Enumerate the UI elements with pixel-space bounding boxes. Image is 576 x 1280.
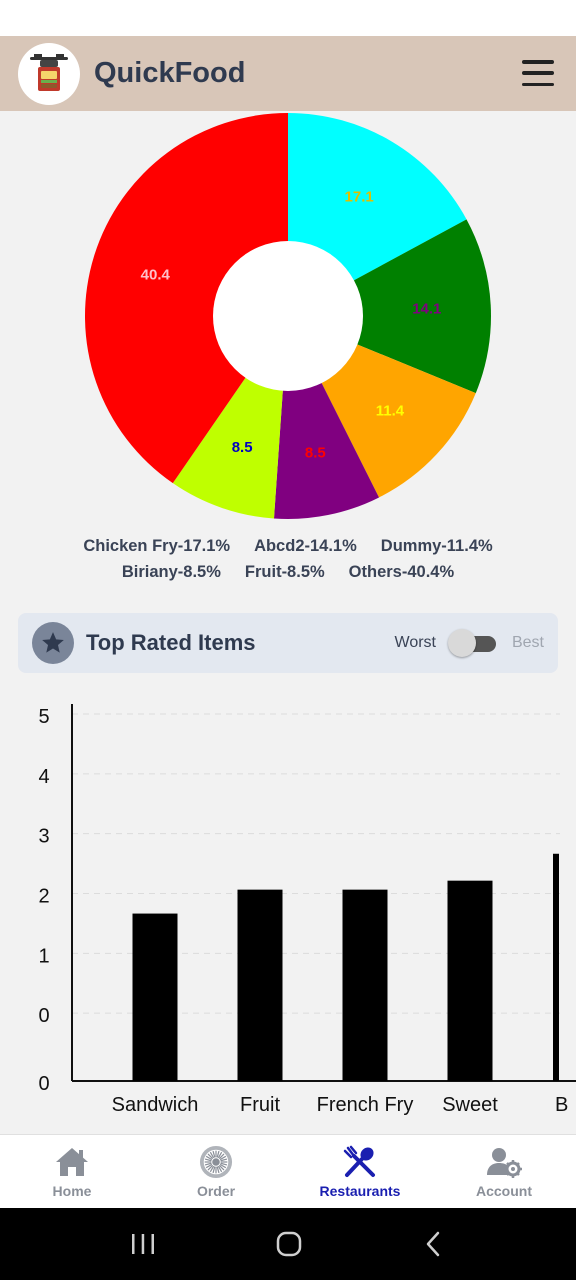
bar bbox=[132, 913, 178, 1081]
app-title: QuickFood bbox=[94, 57, 246, 89]
top-rated-bar-chart: 0 0 1 2 3 4 5 Sandwich Fruit French Fry Sweet B bbox=[0, 690, 576, 1130]
hamburger-menu-icon[interactable] bbox=[522, 60, 554, 86]
top-rated-title: Top Rated Items bbox=[86, 630, 256, 655]
pie-legend: Chicken Fry-17.1% Abcd2-14.1% Dummy-11.4… bbox=[0, 533, 576, 585]
system-navigation-bar bbox=[0, 1208, 576, 1280]
restaurants-icon bbox=[343, 1145, 375, 1177]
nav-label: Order bbox=[196, 1183, 236, 1199]
x-tick-label: Sweet bbox=[442, 1094, 498, 1116]
star-icon bbox=[32, 622, 74, 664]
bottom-navigation: Home Order Restaurants Account bbox=[0, 1134, 576, 1208]
bar bbox=[447, 880, 493, 1081]
back-icon[interactable] bbox=[422, 1230, 446, 1258]
y-tick-label: 4 bbox=[38, 766, 49, 788]
pie-slice-label: 17.1 bbox=[345, 189, 374, 206]
worst-label: Worst bbox=[394, 634, 436, 651]
bar bbox=[342, 889, 388, 1081]
app-header: QuickFood bbox=[0, 36, 576, 111]
y-tick-label: 0 bbox=[38, 1073, 49, 1095]
pie-slice-label: 40.4 bbox=[141, 267, 171, 284]
donut-hole bbox=[213, 241, 363, 391]
x-tick-label: B bbox=[555, 1094, 568, 1116]
top-rated-header: Top Rated Items Worst Best bbox=[18, 613, 558, 673]
nav-label: Account bbox=[476, 1183, 532, 1199]
status-bar bbox=[0, 0, 576, 36]
legend-item: Abcd2-14.1% bbox=[254, 537, 357, 555]
nav-account[interactable]: Account bbox=[432, 1135, 576, 1208]
nav-label: Home bbox=[52, 1183, 92, 1199]
home-icon bbox=[56, 1148, 88, 1176]
y-tick-label: 0 bbox=[38, 1005, 49, 1027]
nav-order[interactable]: Order bbox=[144, 1135, 288, 1208]
pie-slice-label: 8.5 bbox=[232, 439, 253, 456]
pie-slice-label: 14.1 bbox=[412, 301, 441, 318]
y-tick-label: 1 bbox=[38, 945, 49, 967]
bar bbox=[237, 889, 283, 1081]
account-settings-icon bbox=[487, 1148, 522, 1178]
bar bbox=[553, 853, 559, 1081]
pie-chart: 17.1 14.1 11.4 8.5 8.5 40.4 bbox=[0, 111, 576, 526]
legend-item: Dummy-11.4% bbox=[380, 537, 493, 555]
home-button-icon[interactable] bbox=[275, 1230, 303, 1258]
legend-item: Chicken Fry-17.1% bbox=[83, 537, 231, 555]
order-icon bbox=[199, 1145, 233, 1179]
nav-restaurants[interactable]: Restaurants bbox=[288, 1135, 432, 1208]
x-tick-label: Sandwich bbox=[112, 1094, 199, 1116]
app-logo bbox=[18, 42, 80, 105]
pie-slice-label: 8.5 bbox=[305, 444, 326, 461]
drone-delivery-icon bbox=[30, 53, 68, 91]
pie-slice-label: 11.4 bbox=[376, 403, 405, 420]
y-tick-label: 3 bbox=[38, 826, 49, 848]
best-label: Best bbox=[511, 634, 544, 651]
x-tick-label: French Fry bbox=[317, 1094, 414, 1116]
legend-item: Biriany-8.5% bbox=[121, 563, 221, 581]
worst-best-toggle[interactable] bbox=[447, 629, 496, 657]
nav-label: Restaurants bbox=[319, 1183, 401, 1199]
x-tick-label: Fruit bbox=[240, 1094, 280, 1116]
legend-item: Others-40.4% bbox=[348, 563, 455, 581]
recent-apps-icon[interactable] bbox=[130, 1232, 156, 1256]
y-tick-label: 2 bbox=[38, 886, 49, 908]
y-tick-label: 5 bbox=[38, 706, 49, 728]
legend-item: Fruit-8.5% bbox=[244, 563, 325, 581]
nav-home[interactable]: Home bbox=[0, 1135, 144, 1208]
